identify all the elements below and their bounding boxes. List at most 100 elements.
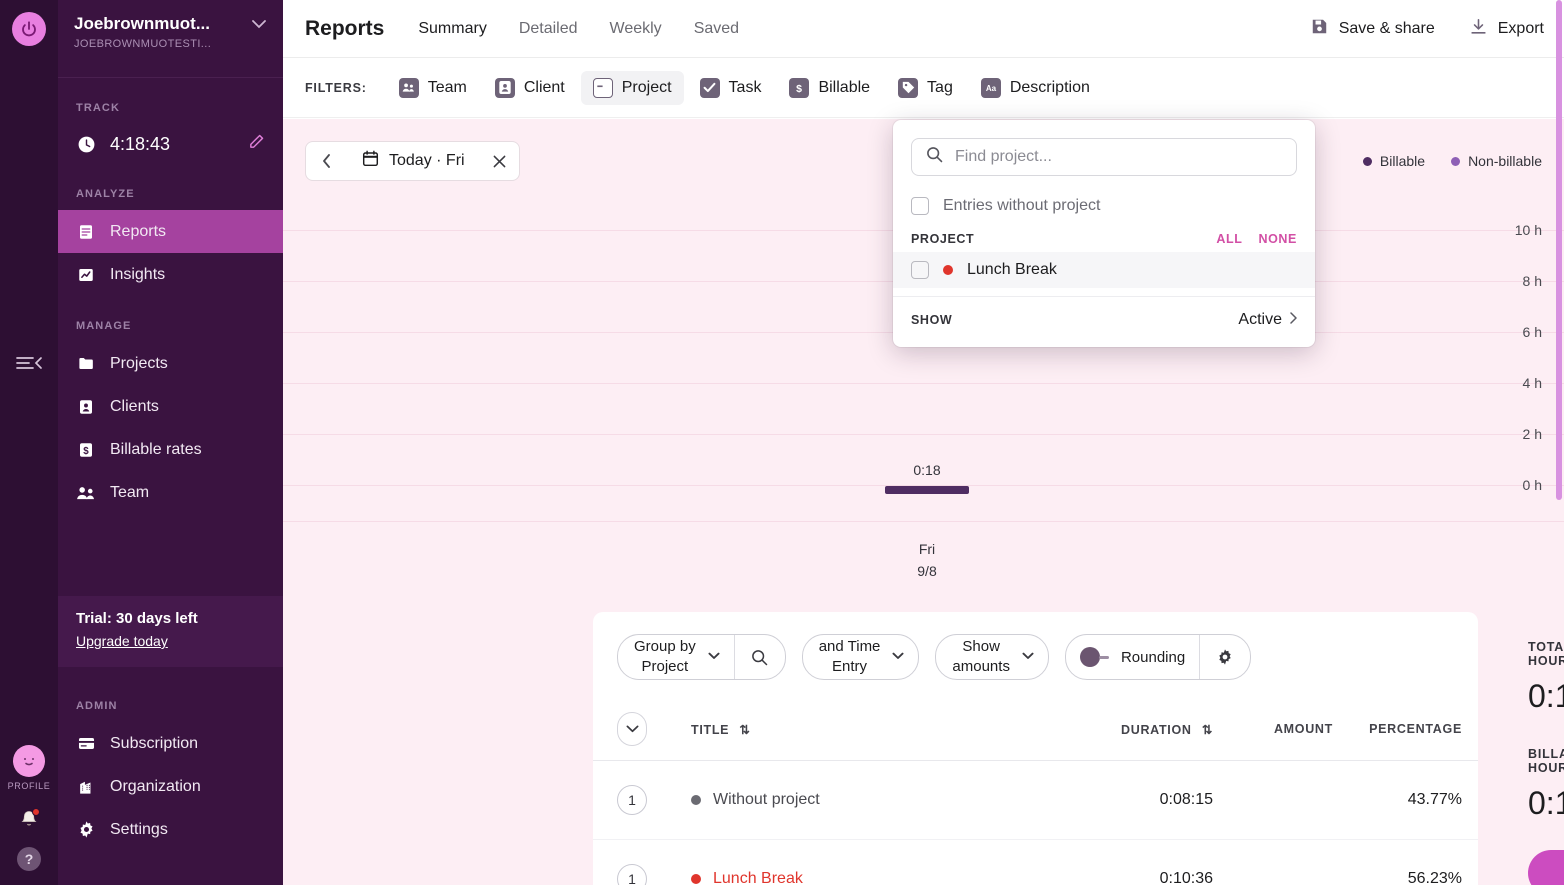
sidebar-item-insights[interactable]: Insights (58, 253, 283, 296)
filter-tag[interactable]: Tag (886, 71, 965, 105)
column-title[interactable]: TITLE ⇅ (675, 698, 1023, 761)
rounding-settings-button[interactable] (1200, 648, 1250, 666)
filter-task[interactable]: Task (688, 71, 774, 105)
vertical-scrollbar[interactable] (1556, 0, 1562, 500)
table-row[interactable]: 1 Lunch Break 0:10:36 56.23% (593, 840, 1478, 885)
sidebar-item-organization[interactable]: Organization (58, 765, 283, 808)
search-icon (926, 146, 943, 168)
filter-description[interactable]: Aa Description (969, 71, 1102, 105)
subgroup-control[interactable]: and Time Entry (802, 634, 920, 680)
date-range-value[interactable]: Today · Fri (346, 150, 481, 172)
power-icon[interactable] (12, 12, 46, 46)
project-section-label: PROJECT (911, 232, 974, 246)
close-icon[interactable] (481, 142, 519, 180)
timer-row[interactable]: 4:18:43 (58, 124, 283, 164)
group-by-control[interactable]: Group by Project (617, 634, 786, 680)
checkbox[interactable] (911, 261, 929, 279)
sidebar-item-settings[interactable]: Settings (58, 808, 283, 851)
billable-hours-label: BILLABLE HOURS (1528, 747, 1542, 775)
search-input[interactable] (955, 148, 1282, 166)
rounding-control[interactable]: Rounding (1065, 634, 1251, 680)
row-count: 1 (617, 864, 647, 885)
dropdown-search-wrap (893, 120, 1315, 188)
section-manage: MANAGE (58, 296, 283, 342)
project-option-lunch-break[interactable]: Lunch Break (893, 252, 1315, 288)
column-duration-label: DURATION (1121, 723, 1192, 737)
project-filter-dropdown: Entries without project PROJECT ALL NONE… (893, 120, 1315, 347)
gridline (283, 383, 1564, 384)
task-check-icon (700, 78, 720, 98)
y-tick-label: 0 h (1523, 477, 1542, 493)
filter-label: Client (524, 79, 565, 97)
bar-group[interactable]: 0:18 (885, 462, 969, 494)
workspace-switcher[interactable]: Joebrownmuot... JOEBROWNMUOTESTI... (58, 0, 283, 78)
column-duration[interactable]: DURATION ⇅ (1023, 698, 1213, 761)
checkbox[interactable] (911, 197, 929, 215)
show-amounts-control[interactable]: Show amounts (935, 634, 1049, 680)
billable-hours-value: 0:10:36 (1528, 785, 1564, 822)
select-none-button[interactable]: NONE (1258, 232, 1297, 246)
create-invoice-button[interactable]: Create invoice (1528, 850, 1564, 885)
chevron-down-icon[interactable] (617, 712, 647, 746)
help-icon[interactable]: ? (17, 847, 41, 871)
entries-without-project-row[interactable]: Entries without project (893, 188, 1315, 224)
sidebar-item-billable-rates[interactable]: $ Billable rates (58, 428, 283, 471)
sidebar-item-label: Billable rates (110, 441, 202, 459)
top-bar: Reports Summary Detailed Weekly Saved Sa… (283, 0, 1564, 58)
sidebar-item-team[interactable]: Team (58, 471, 283, 514)
project-option-label: Lunch Break (967, 261, 1057, 279)
card-icon (76, 734, 96, 754)
trial-text: Trial: 30 days left (76, 610, 265, 627)
filter-client[interactable]: Client (483, 71, 577, 105)
group-by-label: Group by Project (618, 637, 706, 677)
show-filter-selector[interactable]: Active (1238, 311, 1297, 329)
tab-detailed[interactable]: Detailed (519, 20, 578, 38)
table-row[interactable]: 1 Without project 0:08:15 43.77% (593, 761, 1478, 840)
export-button[interactable]: Export (1469, 17, 1544, 41)
chevron-down-icon[interactable] (1020, 651, 1048, 663)
sidebar-item-label: Team (110, 484, 149, 502)
upgrade-link[interactable]: Upgrade today (76, 633, 168, 649)
total-hours-label: TOTAL HOURS (1528, 640, 1542, 668)
tab-weekly[interactable]: Weekly (610, 20, 662, 38)
tab-summary[interactable]: Summary (418, 20, 486, 38)
save-share-label: Save & share (1339, 20, 1435, 38)
sort-icon[interactable]: ⇅ (1196, 723, 1213, 737)
sidebar-item-projects[interactable]: Projects (58, 342, 283, 385)
notifications-bell-icon[interactable] (17, 807, 41, 831)
chevron-left-icon[interactable] (306, 142, 346, 180)
legend-item-non-billable: Non-billable (1451, 153, 1542, 169)
chevron-down-icon[interactable] (245, 14, 267, 32)
date-range-selector[interactable]: Today · Fri (305, 141, 520, 181)
sidebar-item-clients[interactable]: Clients (58, 385, 283, 428)
sidebar-item-reports[interactable]: Reports (58, 210, 283, 253)
filter-billable[interactable]: $ Billable (777, 71, 882, 105)
chevron-down-icon[interactable] (890, 651, 918, 663)
save-share-button[interactable]: Save & share (1310, 17, 1435, 41)
group-search-button[interactable] (735, 649, 785, 666)
search-box[interactable] (911, 138, 1297, 176)
bar[interactable] (885, 486, 969, 494)
filter-team[interactable]: Team (387, 71, 479, 105)
rounding-toggle[interactable] (1066, 647, 1121, 667)
project-section-header: PROJECT ALL NONE (893, 224, 1315, 252)
tab-saved[interactable]: Saved (694, 20, 739, 38)
sort-icon[interactable]: ⇅ (733, 723, 750, 737)
download-icon (1469, 17, 1488, 41)
avatar[interactable] (13, 745, 45, 777)
y-tick-label: 6 h (1523, 324, 1542, 340)
chevron-down-icon[interactable] (706, 651, 734, 663)
sidebar-item-subscription[interactable]: Subscription (58, 722, 283, 765)
row-amount (1213, 761, 1333, 840)
collapse-sidebar-icon[interactable] (14, 352, 44, 379)
filter-project[interactable]: Project (581, 71, 684, 105)
edit-pencil-icon[interactable] (248, 133, 283, 155)
filters-label: FILTERS: (305, 81, 367, 95)
timer-value: 4:18:43 (110, 134, 234, 155)
select-all-button[interactable]: ALL (1216, 232, 1242, 246)
subgroup-line1: and Time (819, 638, 881, 655)
row-count-cell: 1 (593, 761, 675, 840)
row-amount (1213, 840, 1333, 885)
trial-banner: Trial: 30 days left Upgrade today (58, 596, 283, 667)
row-title-label[interactable]: Lunch Break (713, 870, 803, 885)
